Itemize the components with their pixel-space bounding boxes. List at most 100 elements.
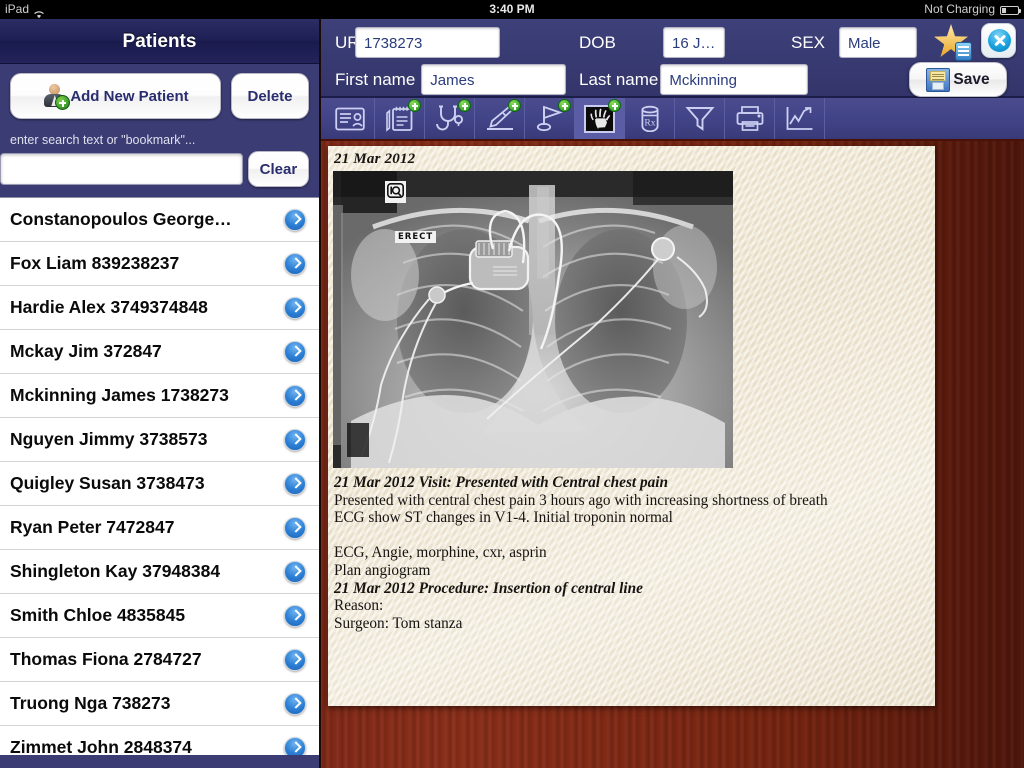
delete-patient-button[interactable]: Delete <box>231 73 309 119</box>
note-line: Surgeon: Tom stanza <box>334 615 929 633</box>
disclosure-arrow-icon[interactable] <box>284 517 306 539</box>
patient-name-label: Nguyen Jimmy 3738573 <box>10 429 207 450</box>
toolbar-button-stethoscope[interactable] <box>425 98 475 139</box>
add-new-patient-button[interactable]: Add New Patient <box>10 73 221 119</box>
list-item[interactable]: Hardie Alex 3749374848 <box>0 286 319 330</box>
search-hint-label: enter search text or "bookmark"... <box>0 119 319 151</box>
xray-marker-iq <box>385 181 406 203</box>
patient-name-label: Truong Nga 738273 <box>10 693 170 714</box>
list-item[interactable]: Smith Chloe 4835845 <box>0 594 319 638</box>
xray-marker-erect: ERECT <box>395 231 436 243</box>
sex-field[interactable]: Male <box>839 27 917 58</box>
last-name-field[interactable]: Mckinning <box>660 64 808 95</box>
toolbar-button-notes-clipboard[interactable] <box>375 98 425 139</box>
toolbar-button-xray-image[interactable] <box>575 98 625 139</box>
patient-name-label: Quigley Susan 3738473 <box>10 473 205 494</box>
toolbar-button-printer[interactable] <box>725 98 775 139</box>
toolbar-button-prescription-rx[interactable]: Rx <box>625 98 675 139</box>
disclosure-arrow-icon[interactable] <box>284 737 306 756</box>
toolbar-button-flag-milestone[interactable] <box>525 98 575 139</box>
patient-name-label: Constanopoulos George… <box>10 209 232 230</box>
dob-field-group: DOB 16 J… <box>579 27 725 58</box>
note-line: Plan angiogram <box>334 562 929 580</box>
status-bar: iPad 3:40 PM Not Charging <box>0 0 1024 19</box>
note-line: Presented with central chest pain 3 hour… <box>334 492 929 510</box>
add-badge-icon <box>458 99 471 112</box>
patient-record-icon <box>335 106 365 132</box>
patient-header: UR 1738273 DOB 16 J… SEX Male First name… <box>321 19 1024 98</box>
list-item[interactable]: Shingleton Kay 37948384 <box>0 550 319 594</box>
patient-name-label: Mckay Jim 372847 <box>10 341 162 362</box>
patient-name-label: Thomas Fiona 2784727 <box>10 649 202 670</box>
disclosure-arrow-icon[interactable] <box>284 693 306 715</box>
patient-name-label: Mckinning James 1738273 <box>10 385 229 406</box>
list-item[interactable]: Mckinning James 1738273 <box>0 374 319 418</box>
prescription-rx-icon: Rx <box>637 105 663 132</box>
patient-name-label: Fox Liam 839238237 <box>10 253 179 274</box>
list-item[interactable]: Thomas Fiona 2784727 <box>0 638 319 682</box>
sex-field-group: SEX Male <box>791 27 917 58</box>
sidebar-actions: Add New Patient Delete <box>0 64 319 119</box>
printer-icon <box>735 105 765 132</box>
list-item[interactable]: Constanopoulos George… <box>0 198 319 242</box>
xray-render <box>333 171 733 468</box>
note-line: Reason: <box>334 597 929 615</box>
record-toolbar[interactable]: Rx <box>321 98 1024 141</box>
toolbar-button-scalpel-procedure[interactable] <box>475 98 525 139</box>
note-heading: 21 Mar 2012 Visit: Presented with Centra… <box>334 474 929 492</box>
list-item[interactable]: Truong Nga 738273 <box>0 682 319 726</box>
disclosure-arrow-icon[interactable] <box>284 429 306 451</box>
list-item[interactable]: Nguyen Jimmy 3738573 <box>0 418 319 462</box>
list-item[interactable]: Quigley Susan 3738473 <box>0 462 319 506</box>
search-row: Clear <box>0 151 319 187</box>
first-name-group: First name James <box>335 64 566 95</box>
close-button[interactable] <box>981 23 1016 58</box>
disclosure-arrow-icon[interactable] <box>284 385 306 407</box>
toolbar-button-patient-record[interactable] <box>325 98 375 139</box>
last-name-group: Last name Mckinning <box>579 64 808 95</box>
patients-sidebar: Patients Add New Patient Delete enter se… <box>0 19 321 768</box>
save-button[interactable]: Save <box>909 62 1007 97</box>
disclosure-arrow-icon[interactable] <box>284 473 306 495</box>
bookmark-button[interactable] <box>934 23 972 61</box>
disclosure-arrow-icon[interactable] <box>284 605 306 627</box>
disclosure-arrow-icon[interactable] <box>284 253 306 275</box>
add-user-icon <box>42 83 68 109</box>
note-line: ECG show ST changes in V1-4. Initial tro… <box>334 509 929 527</box>
patient-name-label: Shingleton Kay 37948384 <box>10 561 220 582</box>
list-item[interactable]: Zimmet John 2848374 <box>0 726 319 755</box>
disclosure-arrow-icon[interactable] <box>284 649 306 671</box>
dob-field[interactable]: 16 J… <box>663 27 725 58</box>
clinical-chart-panel: 21 Mar 2012 <box>328 146 935 706</box>
clear-search-button[interactable]: Clear <box>248 151 309 187</box>
close-icon <box>988 29 1011 52</box>
status-bar-time: 3:40 PM <box>0 0 1024 19</box>
list-item[interactable]: Mckay Jim 372847 <box>0 330 319 374</box>
search-input[interactable] <box>0 153 243 185</box>
ur-field-group: UR 1738273 <box>335 27 500 58</box>
disclosure-arrow-icon[interactable] <box>284 297 306 319</box>
disclosure-arrow-icon[interactable] <box>284 341 306 363</box>
toolbar-button-trend-chart[interactable] <box>775 98 825 139</box>
battery-icon <box>1000 6 1019 15</box>
add-badge-icon <box>508 99 521 112</box>
chest-xray-image[interactable]: ERECT <box>333 171 733 468</box>
toolbar-button-filter-funnel[interactable] <box>675 98 725 139</box>
list-item[interactable]: Ryan Peter 7472847 <box>0 506 319 550</box>
delete-button-label: Delete <box>247 88 292 105</box>
disclosure-arrow-icon[interactable] <box>284 209 306 231</box>
first-name-field[interactable]: James <box>421 64 566 95</box>
note-heading: 21 Mar 2012 Procedure: Insertion of cent… <box>334 580 929 598</box>
add-badge-icon <box>558 99 571 112</box>
list-item[interactable]: Fox Liam 839238237 <box>0 242 319 286</box>
status-bar-right: Not Charging <box>924 0 1019 19</box>
disclosure-arrow-icon[interactable] <box>284 561 306 583</box>
trend-chart-icon <box>785 105 815 132</box>
page-title: Patients <box>0 19 319 64</box>
chart-entry-date: 21 Mar 2012 <box>328 146 935 171</box>
patient-name-label: Zimmet John 2848374 <box>10 737 192 755</box>
patient-list[interactable]: Constanopoulos George… Fox Liam 839238237… <box>0 197 319 755</box>
note-line: ECG, Angie, morphine, cxr, asprin <box>334 544 929 562</box>
ur-field[interactable]: 1738273 <box>355 27 500 58</box>
svg-text:Rx: Rx <box>644 117 655 128</box>
